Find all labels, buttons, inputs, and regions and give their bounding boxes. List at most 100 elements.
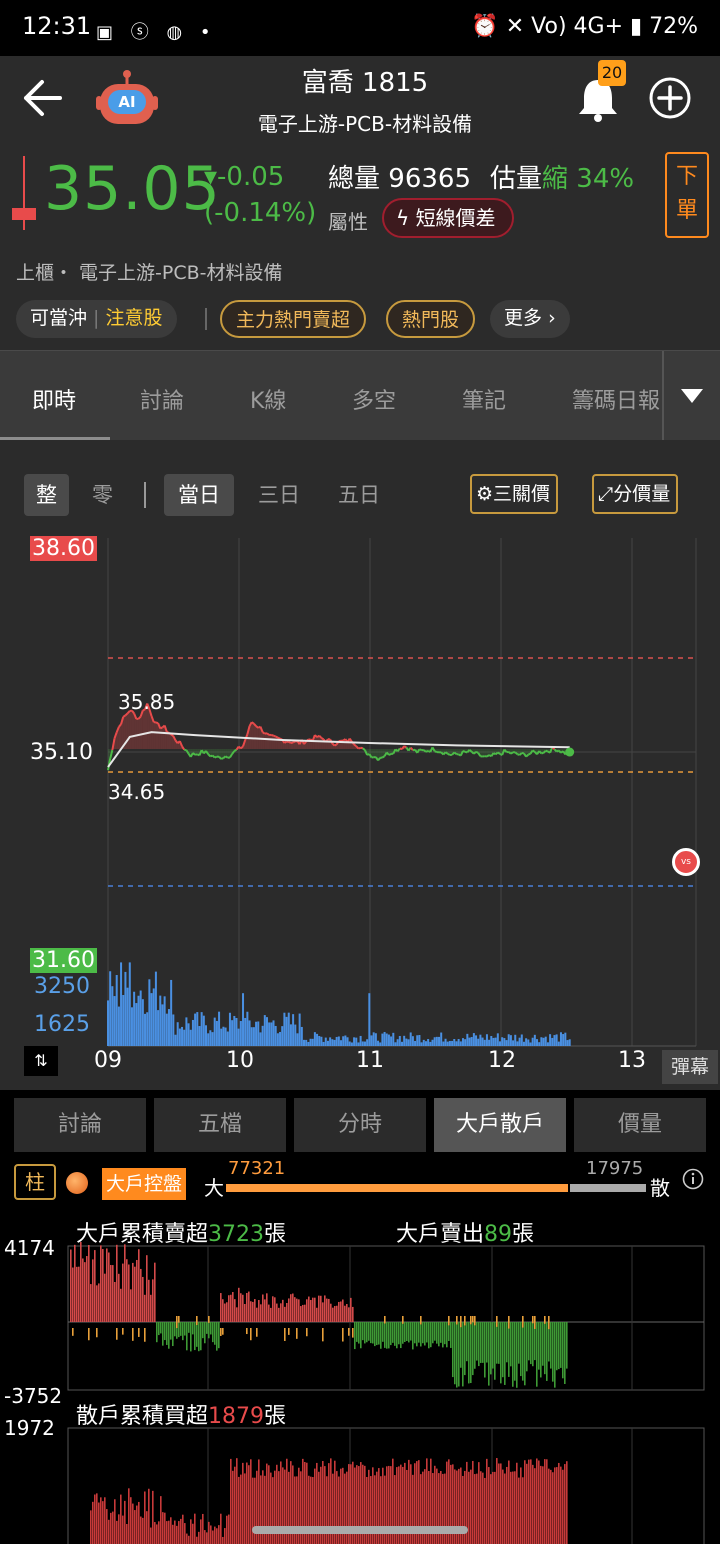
tab-notes[interactable]: 筆記 [462,383,506,415]
intraday-chart[interactable] [0,440,720,1090]
big-holder-bar [162,1322,164,1346]
subtab-big-retail[interactable]: 大戶散戶 [434,1098,566,1152]
short-term-spread-tag[interactable]: ϟ 短線價差 [382,198,514,238]
price-area-seg [129,710,132,749]
big-holder-bar [438,1322,440,1347]
price-line-seg [320,737,325,741]
status-time: 12:31 [22,12,92,40]
big-holder-bar [92,1259,94,1322]
big-holder-bar [546,1322,548,1381]
retail-bar [556,1467,558,1544]
volume-bar [300,1026,303,1046]
range-five-day[interactable]: 五日 [324,474,394,516]
big-holder-tick [342,1328,344,1342]
range-today[interactable]: 當日 [164,474,234,516]
retail-bar [118,1514,120,1544]
estimated-volume: 估量縮 34% [490,158,634,195]
big-holder-bar [348,1307,350,1322]
big-holder-bar [286,1302,288,1322]
volume-bar [453,1039,456,1046]
three-price-button[interactable]: ⚙三關價 [470,474,559,514]
tab-bull-bear[interactable]: 多空 [352,383,396,415]
volume-bar [154,971,157,1046]
price-line-seg [192,752,196,756]
lot-odd-toggle[interactable]: 零 [78,474,127,516]
big-holder-bar [156,1322,158,1343]
tab-discussion[interactable]: 討論 [140,383,184,415]
big-holder-bar [210,1322,212,1335]
swap-axis-icon[interactable]: ⇅ [24,1046,58,1076]
big-holder-bar [148,1279,150,1322]
big-holder-bar [174,1322,176,1337]
retail-bar [184,1523,186,1544]
chart-lines [107,703,575,771]
volume-bar [505,1040,508,1046]
place-order-button[interactable]: 下單 [665,152,709,238]
big-sell-prefix: 大戶賣出 [396,1222,485,1247]
tab-chip-report[interactable]: 籌碼日報 [572,383,662,415]
big-holder-bar [478,1322,480,1367]
subtab-discussion[interactable]: 討論 [14,1098,146,1152]
volume-bar [387,1034,390,1046]
volume-bar [355,1037,358,1046]
volume-bar [183,1029,186,1046]
big-holder-bar [292,1293,294,1322]
attention-stock-label: 注意股 [105,307,163,329]
retail-bar [536,1458,538,1544]
big-holder-bar [250,1301,252,1322]
add-watchlist-icon[interactable] [648,76,692,120]
big-holder-bar [400,1322,402,1349]
retail-bar [516,1462,518,1544]
price-line-seg [362,747,366,751]
big-holder-bar [244,1303,246,1322]
caret-down-icon[interactable] [680,387,704,405]
subtab-price-volume[interactable]: 價量 [574,1098,706,1152]
big-holder-bar [272,1296,274,1322]
price-volume-button[interactable]: ⤢分價量 [592,474,679,514]
retail-bar [470,1469,472,1544]
tab-realtime[interactable]: 即時 [32,383,76,415]
retail-bar [90,1510,92,1544]
column-mode-button[interactable]: 柱 [14,1164,56,1200]
retail-bar [178,1521,180,1544]
big-holder-bar [96,1285,98,1322]
big-holder-bar [482,1322,484,1363]
retail-label: 散 [650,1176,670,1200]
retail-bar [564,1464,566,1544]
hot-stock-pill[interactable]: 熱門股 [386,300,476,338]
retail-bar [182,1514,184,1544]
range-three-day[interactable]: 三日 [244,474,314,516]
price-line-seg [510,751,514,755]
big-holder-bar [140,1268,142,1322]
big-holder-bar [246,1292,248,1322]
danmaku-button[interactable]: 彈幕 [662,1050,718,1084]
volume-bar [562,1034,565,1046]
retail-bar [142,1517,144,1544]
big-holder-bar [180,1322,182,1336]
big-holder-bar [322,1302,324,1322]
big-holder-bar [520,1322,522,1377]
daytrade-attention-pill[interactable]: 可當沖 | 注意股 [16,300,177,338]
retail-bar [560,1466,562,1544]
volume-bar [109,971,112,1046]
lot-whole-toggle[interactable]: 整 [24,474,69,516]
more-pill[interactable]: 更多 › [490,300,570,338]
volume-bar [281,1026,284,1046]
big-sell-value: 89 [484,1222,513,1247]
big-retail-chart[interactable] [0,1154,720,1544]
subtab-time-sales[interactable]: 分時 [294,1098,426,1152]
big-holder-bar [158,1322,160,1336]
big-holder-bar [514,1322,516,1381]
subtab-five-levels[interactable]: 五檔 [154,1098,286,1152]
main-force-sell-pill[interactable]: 主力熱門賣超 [220,300,367,338]
tab-kline[interactable]: K線 [250,383,286,415]
big-holder-tick [288,1328,290,1335]
volume-bar [494,1037,497,1046]
retail-bar [132,1503,134,1544]
info-icon[interactable] [682,1168,704,1190]
volume-bar [126,987,129,1046]
big-holder-bar [316,1307,318,1322]
versus-badge-icon[interactable]: vs [672,848,700,876]
volume-bar [501,1037,504,1046]
volume-bar [424,1041,427,1046]
